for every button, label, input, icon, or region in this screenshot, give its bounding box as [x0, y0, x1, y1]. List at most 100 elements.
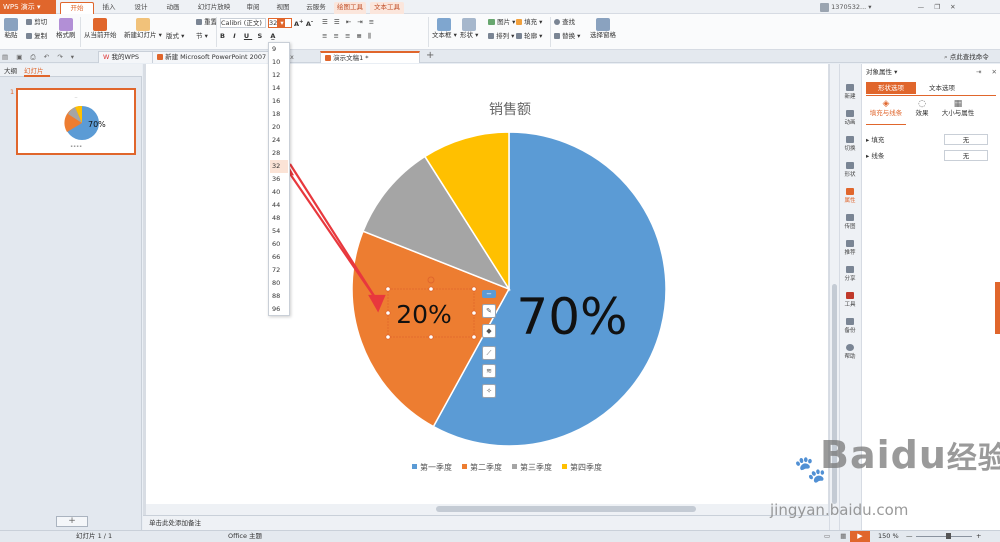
font-size-select[interactable]: 32 ▾	[268, 18, 292, 28]
app-menu-button[interactable]: WPS 演示 ▾	[0, 0, 56, 14]
layers-icon[interactable]: ≋	[482, 364, 496, 378]
layout-button[interactable]: 版式 ▾	[166, 32, 184, 41]
collapse-icon[interactable]: −	[482, 290, 496, 298]
paste-button[interactable]: 粘贴	[4, 18, 18, 40]
close-button[interactable]: ✕	[950, 3, 955, 11]
tab-animation[interactable]: 动画	[160, 2, 186, 14]
doc-tab-active[interactable]: 演示文稿1 *	[320, 51, 420, 63]
size-option[interactable]: 66	[272, 251, 290, 264]
size-option[interactable]: 14	[272, 82, 290, 95]
size-option[interactable]: 48	[272, 212, 290, 225]
size-option[interactable]: 16	[272, 95, 290, 108]
arrange-button[interactable]: 排列 ▾	[488, 32, 514, 41]
size-option[interactable]: 12	[272, 69, 290, 82]
text-style-buttons[interactable]: B I U S A̲	[220, 32, 278, 41]
sidebar-help[interactable]: 帮助	[839, 342, 861, 364]
command-search[interactable]: ⌕ 点此查找命令	[944, 53, 989, 62]
cut-button[interactable]: 剪切	[26, 18, 47, 27]
minimize-button[interactable]: —	[918, 3, 925, 11]
size-option[interactable]: 54	[272, 225, 290, 238]
scroll-thumb[interactable]	[436, 506, 696, 512]
data-label-20[interactable]: 20%	[396, 300, 452, 329]
sidebar-animation[interactable]: 动画	[839, 108, 861, 130]
tab-cloud[interactable]: 云服务	[300, 2, 332, 14]
avatar[interactable]	[820, 2, 829, 12]
line-section-toggle[interactable]: ▸ 线条	[866, 152, 884, 161]
size-option[interactable]: 72	[272, 264, 290, 277]
list-buttons[interactable]: ☰ ☰ ⇤ ⇥ ≡	[322, 18, 376, 27]
size-option[interactable]: 88	[272, 290, 290, 303]
find-button[interactable]: 查找	[554, 18, 575, 27]
zoom-out-button[interactable]: —	[906, 532, 913, 541]
tab-outline[interactable]: 大纲	[4, 65, 24, 77]
sidebar-transition[interactable]: 切换	[839, 134, 861, 156]
fill-bucket-icon[interactable]: ◆	[482, 324, 496, 338]
replace-button[interactable]: 替换 ▾	[554, 32, 580, 41]
grow-font-button[interactable]: A+ A-	[294, 18, 313, 29]
tab-design[interactable]: 设计	[128, 2, 154, 14]
fill-section-toggle[interactable]: ▸ 填充	[866, 136, 884, 145]
reset-button[interactable]: 重置	[196, 18, 217, 27]
size-option[interactable]: 40	[272, 186, 290, 199]
zoom-slider-thumb[interactable]	[946, 533, 951, 539]
effects-icon[interactable]: ✧	[482, 384, 496, 398]
notes-area[interactable]: 单击此处添加备注	[143, 515, 829, 530]
new-slide-button[interactable]: 新建幻灯片 ▾	[124, 18, 162, 40]
add-slide-button[interactable]: +	[56, 516, 88, 527]
tab-home[interactable]: 开始	[60, 2, 94, 14]
copy-button[interactable]: 复制	[26, 32, 47, 41]
tab-effect[interactable]: ◌ 效果	[910, 100, 934, 118]
format-painter-button[interactable]: 格式刷	[56, 18, 76, 40]
size-option[interactable]: 24	[272, 134, 290, 147]
tab-shape-options[interactable]: 形状选项	[866, 82, 916, 94]
user-name[interactable]: 1370532...	[831, 3, 866, 11]
horizontal-scrollbar[interactable]	[146, 504, 828, 515]
sidebar-recommend[interactable]: 推荐	[839, 238, 861, 260]
shape-button[interactable]: 形状 ▾	[460, 18, 478, 40]
panel-controls[interactable]: ⇥ ✕	[976, 68, 1000, 77]
size-option-selected[interactable]: 32	[270, 160, 288, 173]
section-button[interactable]: 节 ▾	[196, 32, 208, 41]
zoom-in-button[interactable]: +	[976, 532, 981, 541]
line-style-icon[interactable]: ⟋	[482, 346, 496, 360]
edit-shape-icon[interactable]: ✎	[482, 304, 496, 318]
tab-slideshow[interactable]: 幻灯片放映	[192, 2, 236, 14]
tab-insert[interactable]: 插入	[96, 2, 122, 14]
slide-thumbnail[interactable]: — 70% ▪ ▪ ▪ ▪	[16, 88, 136, 155]
sidebar-upload-image[interactable]: 传图	[839, 212, 861, 234]
pie-chart[interactable]: 销售额 20% 70% 第一季度 第二季度 第三季度 第四季度	[146, 64, 828, 504]
picture-button[interactable]: 图片 ▾	[488, 18, 515, 27]
size-option[interactable]: 80	[272, 277, 290, 290]
fill-button[interactable]: 填充 ▾	[516, 18, 542, 27]
sidebar-tools[interactable]: 工具	[839, 290, 861, 312]
new-tab-button[interactable]: +	[426, 51, 434, 61]
sidebar-new[interactable]: 新建	[839, 82, 861, 104]
fill-value-select[interactable]: 无	[944, 134, 988, 145]
size-option[interactable]: 10	[272, 56, 290, 69]
size-option[interactable]: 96	[272, 303, 290, 316]
maximize-button[interactable]: ❐	[934, 3, 940, 11]
size-option[interactable]: 20	[272, 121, 290, 134]
size-option[interactable]: 18	[272, 108, 290, 121]
tab-view[interactable]: 视图	[270, 2, 296, 14]
zoom-level[interactable]: 150 %	[878, 532, 899, 541]
tab-text-options[interactable]: 文本选项	[918, 82, 966, 94]
slide-canvas[interactable]: 销售额 20% 70% 第一季度 第二季度 第三季度 第四季度	[146, 64, 828, 504]
panel-edge-handle[interactable]	[995, 282, 1000, 334]
tab-text-tools[interactable]: 文本工具	[370, 2, 404, 14]
props-title[interactable]: 对象属性 ▾	[866, 68, 897, 77]
play-slideshow-button[interactable]: ▶	[850, 531, 870, 542]
zoom-slider[interactable]	[916, 536, 972, 537]
sidebar-properties[interactable]: 属性	[839, 186, 861, 208]
doc-tab-my-wps[interactable]: W 我的WPS	[98, 51, 156, 63]
tab-drawing-tools[interactable]: 绘图工具	[334, 2, 366, 14]
font-name-select[interactable]: Calibri (正文)	[220, 18, 266, 28]
size-option[interactable]: 36	[272, 173, 290, 186]
data-label-70[interactable]: 70%	[516, 288, 627, 346]
line-value-select[interactable]: 无	[944, 150, 988, 161]
sidebar-shape[interactable]: 形状	[839, 160, 861, 182]
sidebar-backup[interactable]: 备份	[839, 316, 861, 338]
outline-button[interactable]: 轮廓 ▾	[516, 32, 542, 41]
tab-review[interactable]: 审阅	[240, 2, 266, 14]
doc-tab-close[interactable]: x	[290, 53, 294, 62]
